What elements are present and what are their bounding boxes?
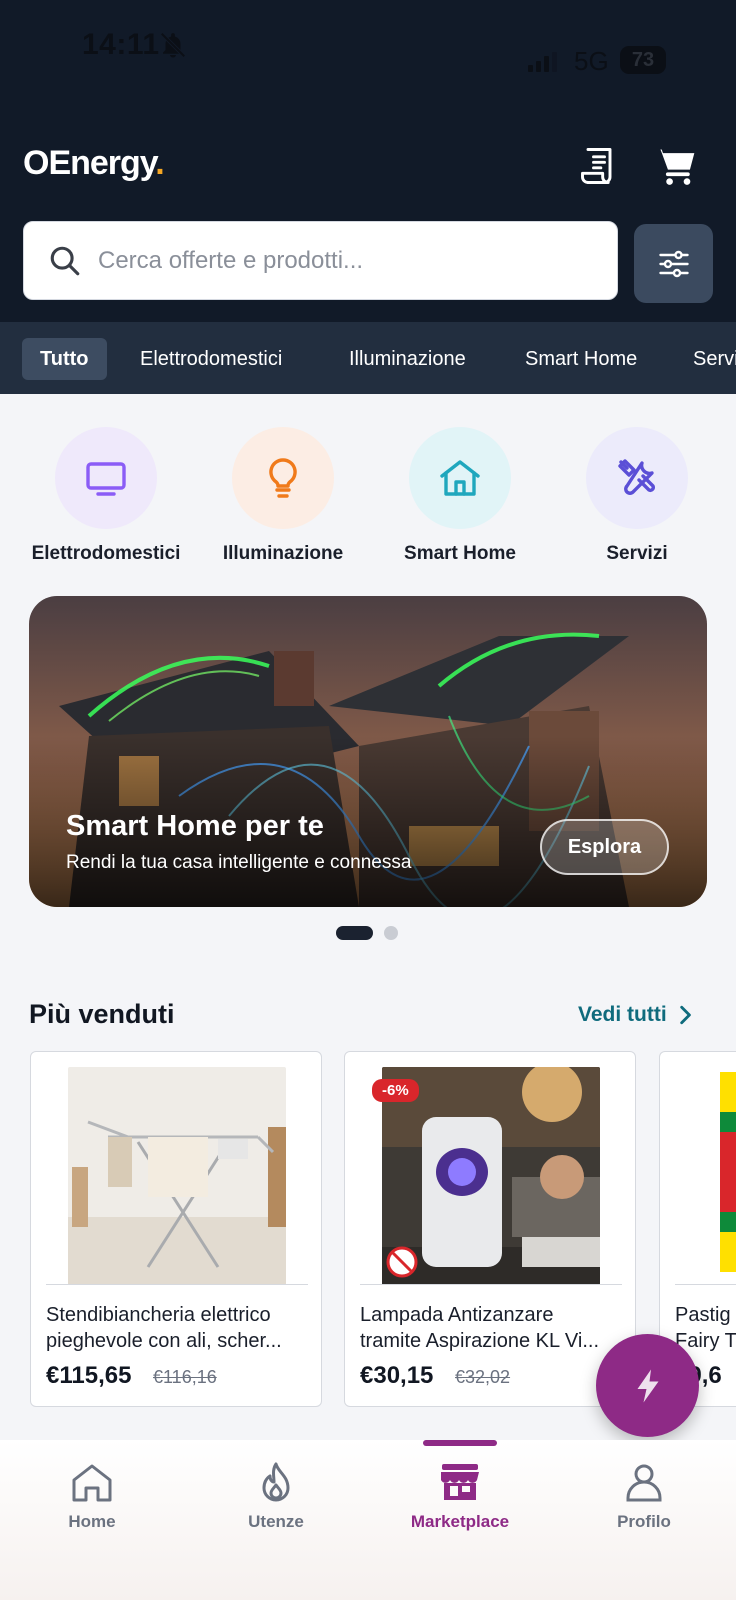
nav-marketplace[interactable]: Marketplace	[368, 1458, 552, 1532]
product-title-line2: pieghevole con ali, scher...	[46, 1330, 282, 1352]
chevron-right-icon	[679, 1005, 691, 1025]
pagination-dot[interactable]	[384, 926, 398, 940]
tab-tutto[interactable]: Tutto	[22, 338, 107, 380]
app-header: 14:11 5G 73 OEnergy.	[0, 0, 736, 322]
discount-badge: -6%	[372, 1079, 419, 1102]
product-price: €30,15	[360, 1362, 434, 1389]
nav-label: Utenze	[248, 1512, 304, 1531]
product-image	[68, 1067, 286, 1285]
search-icon	[50, 246, 80, 275]
active-tab-indicator	[423, 1440, 497, 1446]
category-tabs: Tutto Elettrodomestici Illuminazione Sma…	[0, 322, 736, 394]
nav-label: Profilo	[617, 1512, 671, 1531]
nav-label: Marketplace	[410, 1512, 510, 1531]
divider	[46, 1284, 308, 1285]
search-bar[interactable]	[23, 221, 618, 300]
category-icon-wrap	[55, 427, 157, 529]
cart-icon[interactable]	[654, 144, 698, 188]
lightbulb-icon	[269, 458, 297, 498]
category-icon-wrap	[409, 427, 511, 529]
category-icon-wrap	[232, 427, 334, 529]
bell-off-icon	[160, 32, 186, 58]
home-icon	[72, 1464, 112, 1502]
category-label: Elettrodomestici	[31, 543, 181, 564]
brand-dot: .	[155, 144, 165, 182]
divider	[675, 1284, 736, 1285]
category-smart-home[interactable]: Smart Home	[370, 427, 550, 565]
status-time: 14:11	[82, 28, 160, 61]
nav-utenze[interactable]: Utenze	[184, 1458, 368, 1532]
nav-profilo[interactable]: Profilo	[552, 1458, 736, 1532]
divider	[360, 1284, 622, 1285]
flame-icon	[262, 1462, 290, 1502]
category-servizi[interactable]: Servizi	[547, 427, 727, 565]
brand-name: OEnergy	[23, 144, 156, 182]
product-title-line1: Lampada Antizanzare	[360, 1304, 554, 1326]
banner-subtitle: Rendi la tua casa intelligente e conness…	[66, 852, 412, 873]
tv-icon	[86, 462, 126, 496]
energy-fab-button[interactable]	[596, 1334, 699, 1437]
section-title: Più venduti	[29, 999, 175, 1029]
battery-indicator: 73	[620, 46, 666, 74]
pagination-dot-active[interactable]	[336, 926, 373, 940]
signal-icon	[528, 52, 557, 72]
tab-illuminazione[interactable]: Illuminazione	[331, 338, 484, 380]
product-old-price: €32,02	[455, 1367, 511, 1387]
tab-servizi[interactable]: Servizi	[675, 338, 736, 380]
filter-button[interactable]	[634, 224, 713, 303]
product-title-line2: tramite Aspirazione KL Vi...	[360, 1330, 600, 1352]
network-type: 5G	[574, 46, 609, 76]
category-label: Servizi	[606, 543, 668, 564]
product-title-line1: Stendibiancheria elettrico	[46, 1304, 271, 1326]
explore-button[interactable]: Esplora	[540, 819, 669, 875]
bottom-navigation: Home Utenze Marketplace Profilo	[0, 1440, 736, 1600]
tab-elettrodomestici[interactable]: Elettrodomestici	[122, 338, 300, 380]
see-all-label: Vedi tutti	[578, 1003, 667, 1026]
product-title-line1: Pastig	[675, 1304, 731, 1326]
product-price: €115,65	[46, 1362, 132, 1389]
banner-title: Smart Home per te	[66, 810, 324, 842]
search-input[interactable]	[98, 246, 578, 275]
lightning-icon	[637, 1369, 658, 1402]
tools-icon	[618, 459, 655, 495]
product-card[interactable]: Stendibiancheria elettrico pieghevole co…	[30, 1051, 322, 1407]
product-old-price: €116,16	[153, 1367, 217, 1387]
home-icon	[440, 460, 480, 496]
see-all-link[interactable]: Vedi tutti	[578, 1003, 693, 1027]
category-label: Illuminazione	[222, 543, 344, 564]
store-icon	[441, 1464, 479, 1500]
user-icon	[626, 1464, 662, 1502]
product-image	[720, 1072, 736, 1272]
brand-logo[interactable]: OEnergy.	[23, 144, 165, 183]
category-illuminazione[interactable]: Illuminazione	[193, 427, 373, 565]
nav-label: Home	[68, 1512, 116, 1531]
promo-banner[interactable]: Smart Home per te Rendi la tua casa inte…	[29, 596, 707, 907]
category-label: Smart Home	[404, 543, 516, 564]
sliders-icon	[658, 250, 689, 277]
product-card[interactable]: -6% Lampada Antizanzare tramite Aspirazi…	[344, 1051, 636, 1407]
category-elettrodomestici[interactable]: Elettrodomestici	[16, 427, 196, 565]
receipt-icon[interactable]	[577, 144, 621, 188]
category-icon-wrap	[586, 427, 688, 529]
nav-home[interactable]: Home	[0, 1458, 184, 1532]
tab-smart-home[interactable]: Smart Home	[507, 338, 655, 380]
